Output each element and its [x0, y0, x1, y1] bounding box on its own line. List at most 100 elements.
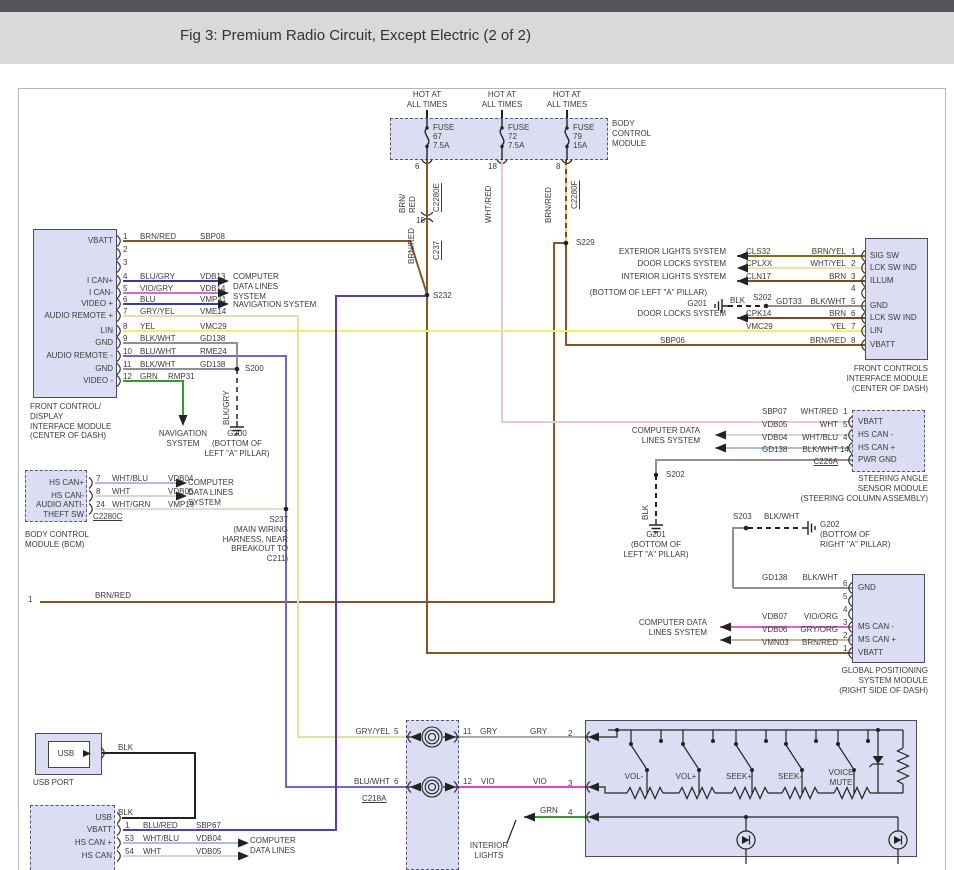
- rm-pin2-num: 2: [851, 259, 855, 269]
- cs-pin11-num: 11: [463, 727, 471, 737]
- splice-s202: S202: [753, 293, 772, 303]
- voice-mute-switch-label: VOICE MUTE: [815, 768, 867, 788]
- bcm-row8: 8WHTVDB05: [96, 487, 193, 496]
- rm-pin1-num: 1: [851, 247, 855, 257]
- gps-pin1-num: 1: [843, 644, 847, 654]
- rm-pin1-name: SIG SW: [870, 251, 899, 261]
- wiring-diagram-page: Fig 3: Premium Radio Circuit, Except Ele…: [0, 0, 954, 870]
- feed1-wire-color: BRN/ RED: [398, 167, 418, 213]
- sw-pin2-num: 2: [568, 729, 572, 739]
- rm-pin7-num: 7: [851, 322, 855, 332]
- splice-s203: S203: [733, 512, 752, 522]
- bcm-pin7-name: HS CAN+: [49, 478, 84, 488]
- splice-s200: S200: [245, 364, 264, 374]
- rm-row5: GDT33BLK/WHT: [776, 297, 846, 306]
- lm-pin7-name: AUDIO REMOTE +: [44, 311, 113, 321]
- splice-s202b: S202: [666, 470, 685, 480]
- lm-pin11-name: GND: [95, 364, 113, 374]
- lm-row4: 4BLU/GRYVDB13: [123, 272, 225, 281]
- sas-pin1-num: 1: [843, 407, 847, 417]
- gps-pin1-name: VBATT: [858, 648, 883, 658]
- rm-pin5-name: GND: [870, 301, 888, 311]
- feed1-connector2: C237: [432, 222, 442, 260]
- feed3-wire-color: BRN/RED: [544, 179, 554, 223]
- radio-row54: 54WHTVDB05: [125, 847, 221, 856]
- feed3-connector: C2280F: [570, 163, 580, 209]
- seek-plus-switch-label: SEEK+: [716, 772, 762, 782]
- sas-pin5-name: HS CAN -: [858, 430, 893, 440]
- lm-row9: 9BLK/WHTGD138: [123, 334, 225, 343]
- lm-row1: 1BRN/REDSBP08: [123, 232, 225, 241]
- sas-row14: GD138BLK/WHT: [762, 445, 838, 454]
- lm-row6: 6BLUVMP31: [123, 295, 226, 304]
- rm-pin2-name: LCK SW IND: [870, 263, 917, 273]
- lm-row2: 2: [123, 245, 127, 254]
- cs-pin12-num: 12: [463, 777, 472, 787]
- lm-navigation-ref: NAVIGATION SYSTEM: [233, 300, 316, 310]
- radio-row53: 53WHT/BLUVDB04: [125, 834, 221, 843]
- cs-pin11-color: GRY: [480, 727, 497, 737]
- radio-hscann-pin-name: HS CAN: [82, 851, 112, 861]
- feed-wire-num: 1: [28, 595, 32, 605]
- rm-ref-door-locks-2: DOOR LOCKS SYSTEM: [638, 309, 726, 319]
- rm-row8: SBP06BRN/RED: [660, 336, 846, 345]
- sas-pin1-name: VBATT: [858, 417, 883, 427]
- rm-row6: CPK14BRN: [746, 309, 846, 318]
- bcm-computer-data-lines-ref: COMPUTER DATA LINES SYSTEM: [188, 478, 234, 507]
- sas-pin4-num: 4: [843, 433, 847, 443]
- bcm-pin24-name: AUDIO ANTI- THEFT SW: [36, 500, 84, 520]
- g201-location: (BOTTOM OF LEFT "A" PILLAR): [590, 288, 707, 298]
- sw-pin2-color: GRY: [530, 727, 547, 737]
- lm-row7: 7GRY/YELVME14: [123, 307, 226, 316]
- usb-wire-color-2: BLK: [118, 808, 133, 818]
- splice-s229: S229: [576, 238, 595, 248]
- gps-pin2-name: MS CAN +: [858, 635, 896, 645]
- rm-pin8-name: VBATT: [870, 340, 895, 350]
- rm-pin6-name: LCK SW IND: [870, 313, 917, 323]
- gps-pin5-num: 5: [843, 592, 847, 602]
- bcm-row24: 24WHT/GRNVMP19: [96, 500, 194, 509]
- cs-pin6-num: 6: [394, 777, 398, 787]
- splice-s237: S237 (MAIN WIRING HARNESS, NEAR BREAKOUT…: [223, 515, 288, 564]
- cs-connector: C218A: [362, 794, 386, 804]
- lm-pin10-name: AUDIO REMOTE -: [46, 351, 113, 361]
- sas-row1: SBP07WHT/RED: [762, 407, 838, 416]
- gps-name: GLOBAL POSITIONING SYSTEM MODULE (RIGHT …: [839, 666, 928, 695]
- bcm-connector: C2280C: [93, 512, 122, 522]
- feed2-pin: 18: [488, 162, 497, 172]
- rm-pin3-num: 3: [851, 272, 855, 282]
- sas-row4: VDB04WHT/BLU: [762, 433, 838, 442]
- cs-pin5-num: 5: [394, 727, 398, 737]
- gps-pin6-num: 6: [843, 579, 847, 589]
- sw-pin3-color: VIO: [533, 777, 547, 787]
- lm-row11: 11BLK/WHTGD138: [123, 360, 225, 369]
- fuse-67-label: FUSE677.5A: [433, 123, 454, 150]
- usb-port-label: USB: [50, 749, 82, 759]
- vol-plus-switch-label: VOL+: [664, 772, 708, 782]
- sas-row5: VDB05WHT: [762, 420, 838, 429]
- lm-pin12-name: VIDEO -: [83, 376, 113, 386]
- sas-pin5-num: 5: [843, 420, 847, 430]
- window-top-bar: [0, 0, 954, 12]
- g201b-wire-color: BLK: [641, 486, 651, 520]
- sas-pin14-num: 14: [840, 445, 849, 455]
- sas-pin4-name: HS CAN +: [858, 443, 895, 453]
- fuse-72-label: FUSE727.5A: [508, 123, 529, 150]
- lm-pin9-name: GND: [95, 338, 113, 348]
- hot-label-1: HOT AT ALL TIMES: [397, 90, 457, 110]
- gps-pin3-name: MS CAN -: [858, 622, 894, 632]
- lm-row10: 10BLU/WHTRME24: [123, 347, 227, 356]
- rm-pin5-num: 5: [851, 297, 855, 307]
- radio-computer-data-lines-ref: COMPUTER DATA LINES: [250, 836, 296, 856]
- lm-row5: 5VIO/GRYVDB14: [123, 284, 225, 293]
- gps-pin4-num: 4: [843, 605, 847, 615]
- radio-vbatt-pin-name: VBATT: [87, 825, 112, 835]
- sw-pin3-num: 3: [568, 779, 572, 789]
- splice-s232: S232: [433, 291, 452, 301]
- lm-pin5-name: I CAN-: [89, 288, 113, 298]
- feed3-pin: 8: [556, 162, 560, 172]
- rm-row3: CLN17BRN: [746, 272, 846, 281]
- feed1-wire2-color: BRN/RED: [407, 220, 417, 264]
- ground-g201b: G201 (BOTTOM OF LEFT "A" PILLAR): [622, 530, 690, 559]
- sas-name: STEERING ANGLE SENSOR MODULE (STEERING C…: [801, 474, 928, 503]
